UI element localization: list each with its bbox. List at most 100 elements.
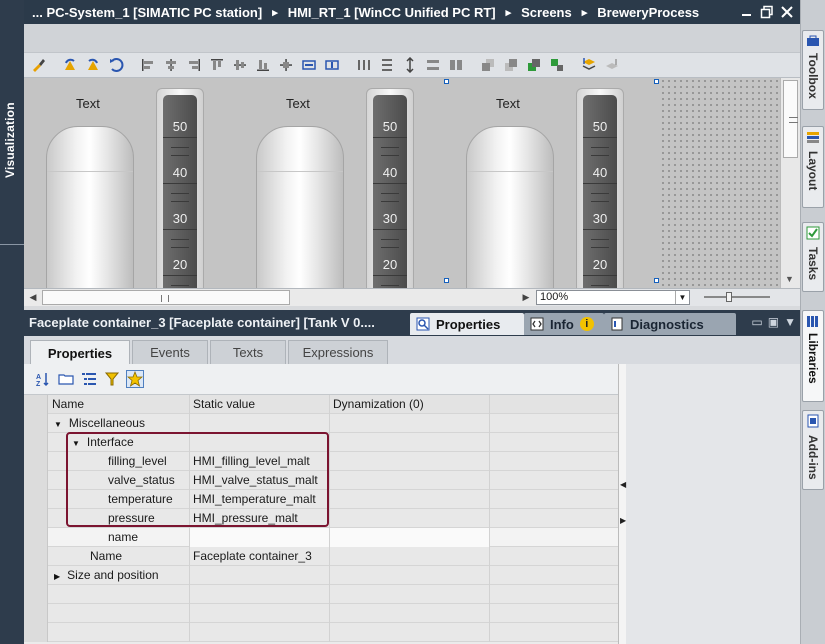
filter-icon[interactable] <box>103 370 121 388</box>
scroll-thumb[interactable] <box>42 290 290 305</box>
scroll-right-icon[interactable]: ▶ <box>518 290 534 305</box>
column-header-static-value[interactable]: Static value <box>189 395 329 414</box>
canvas-horizontal-scrollbar[interactable]: ◀ ▶ <box>24 289 536 306</box>
scroll-left-icon[interactable]: ◀ <box>620 480 626 489</box>
selection-handle[interactable] <box>654 278 659 283</box>
add-ins-tab[interactable]: Add-ins <box>802 410 824 490</box>
canvas-vertical-scrollbar[interactable]: ▼ <box>780 78 800 288</box>
center-icon[interactable] <box>276 55 296 75</box>
gauge-label: 50 <box>592 119 608 134</box>
column-header-name[interactable]: Name <box>48 395 188 414</box>
breadcrumb-item[interactable]: HMI_RT_1 [WinCC Unified PC RT] <box>284 5 500 20</box>
favorite-icon[interactable] <box>126 370 144 388</box>
selection-handle[interactable] <box>654 79 659 84</box>
restore-icon[interactable] <box>760 5 774 19</box>
rotate-right-icon[interactable] <box>83 55 103 75</box>
minimize-icon[interactable] <box>740 5 754 19</box>
diagnostics-icon <box>610 317 624 331</box>
subtab-events[interactable]: Events <box>132 340 208 364</box>
tank-label[interactable]: Text <box>286 96 310 111</box>
list-icon[interactable] <box>80 370 98 388</box>
stretch-h-icon[interactable] <box>423 55 443 75</box>
align-top-icon[interactable] <box>207 55 227 75</box>
space-h-icon[interactable] <box>446 55 466 75</box>
toolbar-spacer <box>24 24 800 52</box>
align-middle-icon[interactable] <box>230 55 250 75</box>
property-grid-scrollbar[interactable]: ◀ ▶ <box>618 364 626 644</box>
layout-tab[interactable]: Layout <box>802 126 824 208</box>
layer-icon[interactable] <box>579 55 599 75</box>
expand-right-icon[interactable]: ▶ <box>54 567 60 586</box>
level-gauge[interactable]: 50 40 30 20 <box>576 88 624 288</box>
table-row[interactable]: ▶ Size and position <box>24 566 618 585</box>
selection-handle[interactable] <box>444 79 449 84</box>
collapse-icon[interactable]: ▼ <box>784 315 796 329</box>
toolbox-tab[interactable]: Toolbox <box>802 30 824 110</box>
layout-label: Layout <box>806 151 820 191</box>
bring-front-icon[interactable] <box>478 55 498 75</box>
group-icon[interactable] <box>524 55 544 75</box>
breadcrumb-item[interactable]: BreweryProcess <box>593 5 703 20</box>
selection-handle[interactable] <box>444 278 449 283</box>
breadcrumb-item[interactable]: Screens <box>517 5 576 20</box>
align-right-icon[interactable] <box>184 55 204 75</box>
tank-body[interactable] <box>466 126 554 288</box>
send-back-icon[interactable] <box>501 55 521 75</box>
chevron-down-icon[interactable]: ▼ <box>675 291 689 304</box>
maximize-icon[interactable]: ▣ <box>768 315 779 329</box>
column-header-dynamization[interactable]: Dynamization (0) <box>329 395 489 414</box>
align-center-icon[interactable] <box>161 55 181 75</box>
folder-icon[interactable] <box>57 370 75 388</box>
align-left-icon[interactable] <box>138 55 158 75</box>
table-row[interactable]: ▼ Miscellaneous <box>24 414 618 433</box>
close-icon[interactable] <box>780 5 794 19</box>
level-gauge[interactable]: 50 40 30 20 <box>366 88 414 288</box>
inspector-title: Faceplate container_3 [Faceplate contain… <box>29 315 375 330</box>
subtab-properties[interactable]: Properties <box>30 340 130 365</box>
canvas-status-row: ◀ ▶ 100% ▼ <box>24 288 800 306</box>
tank-label[interactable]: Text <box>76 96 100 111</box>
distribute-v-icon[interactable] <box>377 55 397 75</box>
tab-info[interactable]: Info i <box>524 313 604 335</box>
breadcrumb-item[interactable]: ... PC-System_1 [SIMATIC PC station] <box>28 5 266 20</box>
table-row[interactable]: Name Faceplate container_3 <box>24 547 618 566</box>
brush-icon[interactable] <box>28 55 48 75</box>
scroll-right-icon[interactable]: ▶ <box>620 516 626 525</box>
table-row[interactable]: name <box>24 528 618 547</box>
same-height-icon[interactable] <box>322 55 342 75</box>
distribute-h-icon[interactable] <box>354 55 374 75</box>
zoom-slider-knob[interactable] <box>726 292 732 302</box>
zoom-select[interactable]: 100% ▼ <box>536 290 690 305</box>
row-value[interactable]: Faceplate container_3 <box>189 547 329 566</box>
flip-icon[interactable] <box>106 55 126 75</box>
zoom-slider[interactable] <box>704 292 770 303</box>
libraries-tab[interactable]: Libraries <box>802 310 824 402</box>
tab-diagnostics[interactable]: Diagnostics <box>604 313 736 335</box>
subtab-texts[interactable]: Texts <box>210 340 286 364</box>
minimize-icon[interactable]: ▭ <box>751 315 762 329</box>
tank-body[interactable] <box>46 126 134 288</box>
rotate-left-icon[interactable] <box>60 55 80 75</box>
breadcrumb-separator: ▸ <box>505 6 512 19</box>
scroll-down-icon[interactable]: ▼ <box>785 274 794 284</box>
layer-down-icon[interactable] <box>602 55 622 75</box>
scroll-thumb[interactable] <box>783 80 798 158</box>
sort-az-icon[interactable]: AZ <box>34 370 52 388</box>
gauge-label: 20 <box>592 257 608 272</box>
subtab-expressions[interactable]: Expressions <box>288 340 388 364</box>
interface-highlight <box>66 432 329 527</box>
same-width-icon[interactable] <box>299 55 319 75</box>
tank-body[interactable] <box>256 126 344 288</box>
expand-down-icon[interactable]: ▼ <box>54 415 62 434</box>
stretch-v-icon[interactable] <box>400 55 420 75</box>
align-bottom-icon[interactable] <box>253 55 273 75</box>
screen-canvas[interactable]: Text 50 40 30 20 Text 50 40 30 20 Text 5… <box>24 78 780 288</box>
level-gauge[interactable]: 50 40 30 20 <box>156 88 204 288</box>
tab-properties[interactable]: Properties <box>410 313 524 335</box>
row-value[interactable] <box>189 528 329 547</box>
scroll-left-icon[interactable]: ◀ <box>25 290 41 305</box>
visualization-strip[interactable]: Visualization <box>0 0 24 644</box>
tank-label[interactable]: Text <box>496 96 520 111</box>
tasks-tab[interactable]: Tasks <box>802 222 824 292</box>
ungroup-icon[interactable] <box>547 55 567 75</box>
